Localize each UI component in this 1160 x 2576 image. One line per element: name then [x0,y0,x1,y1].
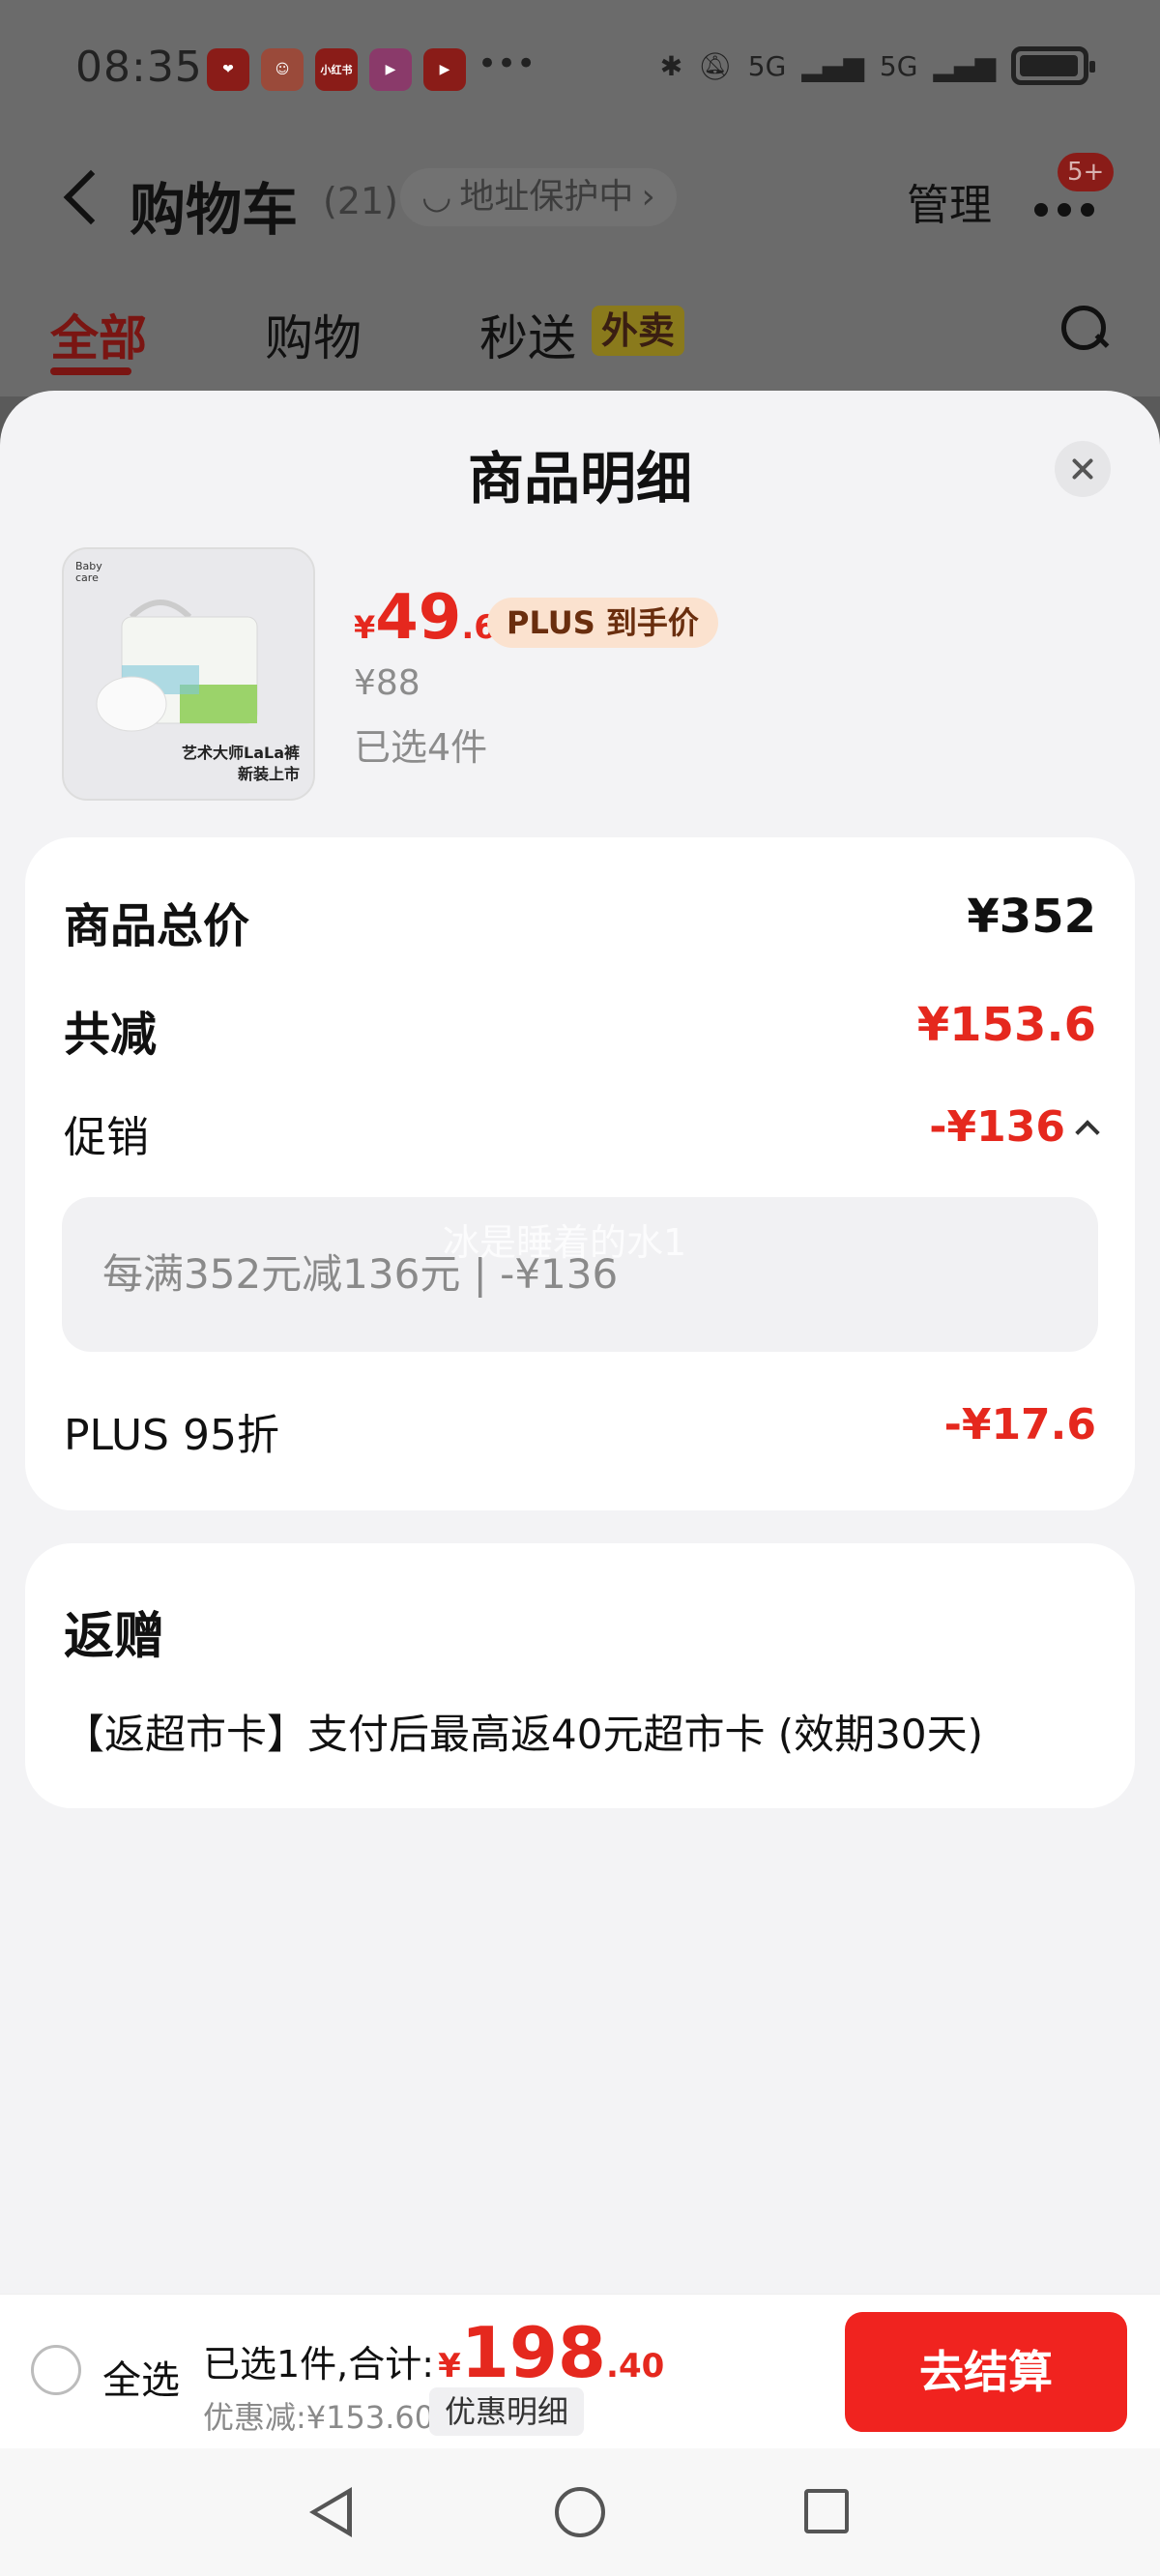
watermark: 冰是睡着的水1 [443,1221,687,1264]
gift-title: 返赠 [64,1608,165,1666]
chevron-up-icon [1075,1120,1100,1145]
select-all-label[interactable]: 全选 [102,2349,180,2405]
checkout-button[interactable]: 去结算 [845,2312,1127,2432]
tab-instant-delivery[interactable]: 秒送 [479,300,576,369]
bluetooth-icon: ✱ [659,49,683,82]
back-icon[interactable] [58,162,106,230]
gift-card: 返赠 【返超市卡】支付后最高返40元超市卡 (效期30天) [25,1543,1135,1808]
short-video-icon: ▶ [423,48,466,91]
app-icon-2: ☺ [261,48,304,91]
plus-price-tag: PLUS 到手价 [487,598,718,648]
promotion-value: -¥136 [929,1102,1065,1152]
total-integer: 198 [460,2312,607,2393]
address-protection-pill[interactable]: ◡ 地址保护中 › [400,168,677,226]
product-detail-sheet: 商品明细 Baby care 艺术大师LaLa裤 新装上市 ¥ 49 .6 PL… [0,391,1160,2576]
total-symbol: ¥ [438,2347,461,2386]
background-page: 08:35 ❤ ☺ 小红书 ▶ ▶ ••• ✱ 🔕︎ 5G ▂▄▆ 5G ▂▄▆… [0,0,1160,396]
cart-tabs: 全部 购物 秒送 外卖 [0,290,1160,377]
status-indicators: ✱ 🔕︎ 5G ▂▄▆ 5G ▂▄▆ [659,46,1095,85]
gift-description: 【返超市卡】支付后最高返40元超市卡 (效期30天) [64,1711,984,1758]
tab-shopping[interactable]: 购物 [265,300,362,369]
plus-discount-label: PLUS 95折 [64,1411,279,1460]
promotion-label: 促销 [64,1113,149,1162]
nav-back-icon[interactable] [309,2487,358,2537]
sheet-title: 商品明细 [467,446,692,512]
nav-recents-icon[interactable] [804,2489,849,2533]
app-icon-1: ❤ [207,48,249,91]
discount-detail-button[interactable]: 优惠明细 [429,2387,585,2436]
close-icon[interactable] [1055,441,1111,497]
notification-icons: ❤ ☺ 小红书 ▶ ▶ [207,48,466,91]
cart-count: (21) [323,180,399,222]
total-price-label: 商品总价 [64,899,250,953]
signal-bars-icon: ▂▄▆ [801,49,864,82]
page-title: 购物车 [130,177,299,243]
signal-5g-icon-2: 5G [879,49,918,82]
takeout-tag: 外卖 [592,306,685,356]
plus-discount-value: -¥17.6 [943,1400,1096,1449]
checkout-bar: 全选 已选1件,合计: ¥ 198 .40 优惠减:¥153.60 优惠明细 去… [0,2294,1160,2448]
manage-button[interactable]: 管理 [907,170,992,232]
product-image: Baby care 艺术大师LaLa裤 新装上市 [62,547,315,801]
mute-icon: 🔕︎ [698,49,733,82]
xiaohongshu-icon: 小红书 [315,48,358,91]
total-price-value: ¥352 [967,890,1096,944]
chevron-right-icon: › [641,177,655,217]
address-protection-label: 地址保护中 [459,177,634,217]
video-app-icon: ▶ [369,48,412,91]
nav-home-icon[interactable] [555,2487,605,2537]
search-icon[interactable] [1061,306,1110,354]
product-caption-line1: 艺术大师LaLa裤 [182,744,300,762]
price-integer: 49 [375,582,462,654]
signal-5g-icon: 5G [747,49,787,82]
total-reduction-value: ¥153.6 [916,998,1096,1052]
message-badge: 5+ [1058,153,1115,191]
price-symbol: ¥ [354,609,376,646]
select-all-checkbox[interactable] [31,2345,81,2395]
signal-bars-icon-2: ▂▄▆ [933,49,996,82]
battery-icon [1011,46,1095,85]
product-caption: 艺术大师LaLa裤 新装上市 [182,743,300,785]
plus-price: ¥ 49 .6 [354,582,497,654]
tab-active-indicator [50,367,131,375]
status-bar: 08:35 ❤ ☺ 小红书 ▶ ▶ ••• ✱ 🔕︎ 5G ▂▄▆ 5G ▂▄▆ [0,0,1160,135]
total-reduction-label: 共减 [64,1008,158,1062]
tab-all[interactable]: 全部 [50,300,147,369]
total-decimal: .40 [606,2347,665,2386]
product-caption-line2: 新装上市 [237,765,300,783]
smile-icon: ◡ [421,177,452,217]
more-notifications-icon: ••• [478,44,536,83]
status-time: 08:35 [75,43,203,92]
cart-header: 购物车 (21) ◡ 地址保护中 › 管理 [0,145,1160,251]
original-price: ¥88 [354,663,420,703]
order-summary: 已选1件,合计: ¥ 198 .40 [203,2312,664,2393]
selected-quantity: 已选4件 [354,726,488,769]
discount-amount: 优惠减:¥153.60 [203,2399,435,2436]
selected-summary-label: 已选1件,合计: [203,2343,435,2386]
system-navigation-bar [0,2448,1160,2576]
promotion-toggle[interactable]: -¥136 [929,1102,1100,1152]
price-breakdown-card: 商品总价 ¥352 共减 ¥153.6 促销 -¥136 每满352元减136元… [25,837,1135,1510]
